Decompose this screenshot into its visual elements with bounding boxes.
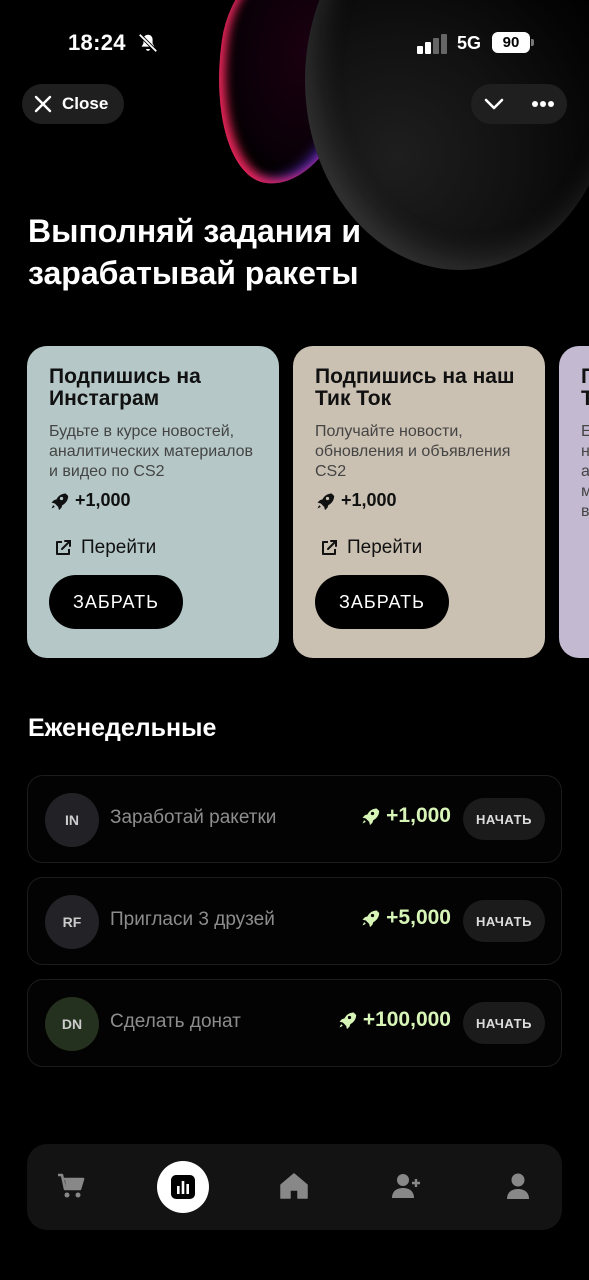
status-time: 18:24 [68, 30, 126, 55]
card-title: Подпишись на наш Тик Ток [315, 365, 515, 410]
start-task-button[interactable]: НАЧАТЬ [463, 1002, 545, 1044]
task-name: Заработай ракетки [110, 807, 277, 828]
battery-indicator: 90 [492, 32, 534, 53]
close-button[interactable]: Close [22, 84, 124, 124]
task-card-partial: П Т Е н а м в [559, 346, 589, 658]
start-task-button[interactable]: НАЧАТЬ [463, 900, 545, 942]
task-cards-carousel[interactable]: Подпишись на Инстаграм Будьте в курсе но… [0, 346, 589, 658]
rocket-icon [339, 1012, 356, 1030]
more-icon[interactable] [531, 100, 555, 108]
card-reward-value: +1,000 [75, 490, 131, 510]
task-avatar: DN [45, 997, 99, 1051]
task-reward-value: +1,000 [386, 804, 451, 827]
close-icon [34, 95, 52, 113]
status-bar: 18:24 5G 90 [0, 28, 589, 62]
weekly-task-row: IN Заработай ракетки +1,000 НАЧАТЬ [27, 775, 562, 863]
card-reward: +1,000 [315, 490, 525, 511]
rocket-icon [317, 493, 335, 510]
task-name: Сделать донат [110, 1011, 241, 1032]
add-user-icon [392, 1174, 420, 1198]
weekly-task-row: DN Сделать донат +100,000 НАЧАТЬ [27, 979, 562, 1067]
task-card-instagram: Подпишись на Инстаграм Будьте в курсе но… [27, 346, 279, 658]
card-link-label: Перейти [81, 537, 157, 558]
start-task-button[interactable]: НАЧАТЬ [463, 798, 545, 840]
battery-level: 90 [492, 32, 530, 53]
external-link-icon [322, 540, 337, 555]
menu-pill [471, 84, 567, 124]
nav-item-stats[interactable] [157, 1161, 209, 1213]
cart-icon [58, 1173, 85, 1198]
card-reward: +1,000 [49, 490, 259, 511]
card-open-link[interactable]: Перейти [319, 537, 525, 559]
task-reward: +5,000 [360, 906, 451, 930]
close-label: Close [62, 94, 109, 113]
nav-item-shop[interactable] [51, 1166, 91, 1206]
card-reward-value: +1,000 [341, 490, 397, 510]
task-reward-value: +5,000 [386, 906, 451, 929]
network-type: 5G [457, 33, 482, 53]
card-description: Е н а м в [581, 423, 589, 520]
signal-icon [417, 34, 447, 54]
rocket-icon [362, 808, 380, 826]
claim-button[interactable]: ЗАБРАТЬ [315, 575, 449, 629]
task-card-tiktok: Подпишись на наш Тик Ток Получайте новос… [293, 346, 545, 658]
bell-muted-icon [138, 33, 158, 53]
external-link-icon [56, 540, 71, 555]
rocket-icon [51, 493, 69, 510]
task-name: Пригласи 3 друзей [110, 909, 275, 930]
task-avatar: IN [45, 793, 99, 847]
card-title: П Т [581, 365, 589, 410]
rocket-icon [362, 910, 380, 928]
task-reward: +1,000 [360, 804, 451, 828]
card-description: Получайте новости, обновления и объявлен… [315, 423, 511, 480]
weekly-task-row: RF Пригласи 3 друзей +5,000 НАЧАТЬ [27, 877, 562, 965]
page-title: Выполняй задания и зарабатывай ракеты [28, 213, 362, 291]
task-reward: +100,000 [337, 1008, 451, 1032]
card-description: Будьте в курсе новостей, аналитических м… [49, 423, 254, 480]
card-title: Подпишись на Инстаграм [49, 365, 201, 410]
claim-button[interactable]: ЗАБРАТЬ [49, 575, 183, 629]
chevron-down-icon[interactable] [483, 94, 505, 114]
weekly-section-title: Еженедельные [28, 714, 217, 742]
nav-item-profile[interactable] [498, 1166, 538, 1206]
card-open-link[interactable]: Перейти [53, 537, 259, 559]
profile-icon [507, 1173, 529, 1199]
nav-item-invite[interactable] [387, 1166, 427, 1206]
chart-icon [171, 1175, 195, 1199]
nav-item-home[interactable] [274, 1166, 314, 1206]
home-icon [280, 1173, 308, 1199]
task-reward-value: +100,000 [362, 1008, 451, 1031]
bottom-nav [27, 1144, 562, 1230]
task-avatar: RF [45, 895, 99, 949]
card-link-label: Перейти [347, 537, 423, 558]
